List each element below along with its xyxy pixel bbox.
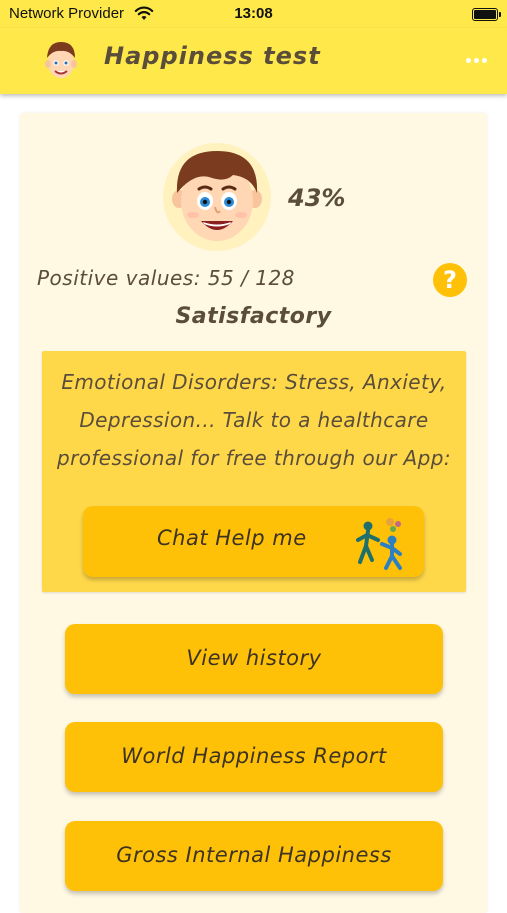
- app-bar: Happiness test: [0, 28, 507, 94]
- positive-values: Positive values: 55 / 128: [37, 266, 295, 290]
- view-history-button[interactable]: View history: [65, 624, 443, 694]
- gross-internal-happiness-button[interactable]: Gross Internal Happiness: [65, 821, 443, 891]
- status-bar: Network Provider 13:08: [0, 0, 507, 28]
- battery-icon: [472, 8, 501, 21]
- more-options-icon[interactable]: [466, 58, 487, 63]
- info-text: Emotional Disorders: Stress, Anxiety, De…: [57, 370, 451, 470]
- helping-people-icon: [356, 518, 402, 570]
- help-icon[interactable]: ?: [433, 263, 467, 297]
- clock: 13:08: [234, 5, 273, 22]
- happiness-level: Satisfactory: [175, 304, 332, 329]
- happiness-percent: 43%: [288, 184, 346, 212]
- avatar-face-icon: [45, 42, 77, 78]
- chat-help-label: Chat Help me: [157, 526, 307, 550]
- mood-face-container: [163, 143, 271, 251]
- page-title: Happiness test: [104, 42, 321, 70]
- chat-help-button[interactable]: Chat Help me: [83, 506, 424, 577]
- mood-face-icon: [172, 151, 262, 241]
- world-happiness-report-button[interactable]: World Happiness Report: [65, 722, 443, 792]
